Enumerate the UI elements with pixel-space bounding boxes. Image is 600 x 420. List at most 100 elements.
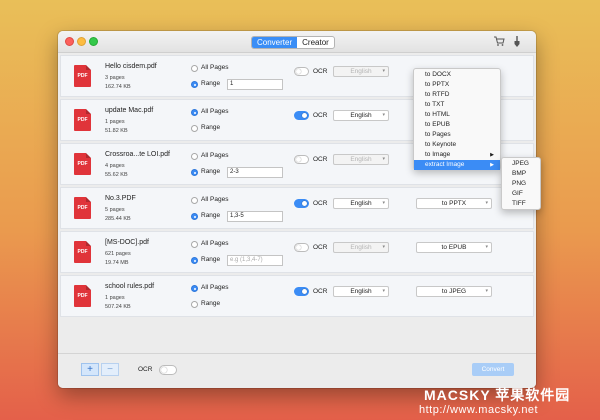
file-size: 285.44 KB (105, 216, 131, 222)
language-select[interactable]: English ▾ (333, 242, 389, 253)
submenu-arrow-icon: ▶ (490, 152, 494, 158)
file-pages: 5 pages (105, 207, 125, 213)
all-pages-radio[interactable] (191, 285, 198, 292)
global-ocr-toggle[interactable] (159, 365, 177, 375)
submenu-item-gif[interactable]: GIF (502, 189, 540, 199)
file-size: 162.74 KB (105, 84, 131, 90)
file-name: school rules.pdf (105, 283, 155, 290)
menu-item-extract-image[interactable]: extract Image ▶ (414, 160, 500, 170)
extract-image-submenu: JPEG BMP PNG GIF TIFF (501, 157, 541, 210)
add-file-button[interactable]: + (81, 363, 99, 376)
range-radio[interactable] (191, 257, 198, 264)
bottom-bar: + − OCR Convert (58, 353, 536, 388)
range-input[interactable]: e.g (1,3,4-7) (227, 255, 283, 266)
pdf-file-icon: PDF (74, 285, 91, 307)
all-pages-radio[interactable] (191, 109, 198, 116)
cart-icon[interactable] (494, 36, 505, 50)
ocr-toggle[interactable] (294, 199, 309, 208)
menu-item-epub[interactable]: to EPUB (414, 120, 500, 130)
range-label: Range (201, 212, 221, 219)
chevron-down-icon: ▾ (485, 288, 488, 294)
range-label: Range (201, 168, 221, 175)
file-name: [MS-DOC].pdf (105, 239, 149, 246)
file-pages: 621 pages (105, 251, 131, 257)
format-select[interactable]: to PPTX ▾ (416, 198, 492, 209)
range-radio[interactable] (191, 169, 198, 176)
format-select[interactable]: to EPUB ▾ (416, 242, 492, 253)
menu-item-docx[interactable]: to DOCX (414, 70, 500, 80)
all-pages-label: All Pages (201, 240, 229, 247)
range-input[interactable]: 1 (227, 79, 283, 90)
ocr-label: OCR (313, 112, 328, 119)
range-radio[interactable] (191, 213, 198, 220)
brush-icon[interactable] (513, 36, 521, 51)
tab-creator[interactable]: Creator (297, 37, 334, 48)
all-pages-radio[interactable] (191, 153, 198, 160)
submenu-arrow-icon: ▶ (490, 162, 494, 168)
all-pages-label: All Pages (201, 152, 229, 159)
menu-item-txt[interactable]: to TXT (414, 100, 500, 110)
convert-button[interactable]: Convert (472, 363, 514, 376)
language-value: English (350, 288, 372, 295)
watermark-title: MACSKY 苹果软件园 (424, 387, 571, 403)
language-select[interactable]: English ▾ (333, 198, 389, 209)
ocr-toggle[interactable] (294, 287, 309, 296)
menu-item-extract-image-label: extract Image (425, 161, 465, 168)
ocr-label: OCR (313, 68, 328, 75)
minimize-window-button[interactable] (77, 37, 86, 46)
ocr-toggle[interactable] (294, 67, 309, 76)
range-radio[interactable] (191, 81, 198, 88)
language-value: English (350, 68, 372, 75)
menu-item-keynote[interactable]: to Keynote (414, 140, 500, 150)
title-bar: Converter Creator (58, 31, 536, 53)
pdf-file-icon: PDF (74, 197, 91, 219)
global-ocr-label: OCR (138, 366, 153, 373)
language-select[interactable]: English ▾ (333, 66, 389, 77)
range-input[interactable]: 1,3-5 (227, 211, 283, 222)
pdf-file-icon: PDF (74, 153, 91, 175)
language-select[interactable]: English ▾ (333, 154, 389, 165)
remove-file-button[interactable]: − (101, 363, 119, 376)
all-pages-radio[interactable] (191, 65, 198, 72)
submenu-item-png[interactable]: PNG (502, 179, 540, 189)
menu-item-rtfd[interactable]: to RTFD (414, 90, 500, 100)
file-size: 51.82 KB (105, 128, 128, 134)
pdf-file-icon: PDF (74, 109, 91, 131)
all-pages-label: All Pages (201, 108, 229, 115)
submenu-item-tiff[interactable]: TIFF (502, 199, 540, 209)
range-radio[interactable] (191, 125, 198, 132)
range-label: Range (201, 80, 221, 87)
ocr-toggle[interactable] (294, 243, 309, 252)
menu-item-image[interactable]: to Image ▶ (414, 150, 500, 160)
submenu-item-bmp[interactable]: BMP (502, 169, 540, 179)
ocr-toggle[interactable] (294, 111, 309, 120)
file-pages: 3 pages (105, 75, 125, 81)
menu-item-html[interactable]: to HTML (414, 110, 500, 120)
language-value: English (350, 156, 372, 163)
file-size: 19.74 MB (105, 260, 129, 266)
tab-converter[interactable]: Converter (252, 37, 298, 48)
language-value: English (350, 112, 372, 119)
close-window-button[interactable] (65, 37, 74, 46)
file-name: Hello cisdem.pdf (105, 63, 157, 70)
menu-item-image-label: to Image (425, 151, 451, 158)
range-input[interactable]: 2-3 (227, 167, 283, 178)
menu-item-pages[interactable]: to Pages (414, 130, 500, 140)
ocr-label: OCR (313, 156, 328, 163)
submenu-item-jpeg[interactable]: JPEG (502, 159, 540, 169)
all-pages-radio[interactable] (191, 241, 198, 248)
all-pages-radio[interactable] (191, 197, 198, 204)
zoom-window-button[interactable] (89, 37, 98, 46)
menu-item-pptx[interactable]: to PPTX (414, 80, 500, 90)
language-select[interactable]: English ▾ (333, 286, 389, 297)
format-select[interactable]: to JPEG ▾ (416, 286, 492, 297)
ocr-label: OCR (313, 244, 328, 251)
ocr-toggle[interactable] (294, 155, 309, 164)
mode-segmented-control: Converter Creator (251, 36, 335, 49)
file-row: PDF [MS-DOC].pdf 621 pages 19.74 MB All … (60, 231, 534, 273)
language-select[interactable]: English ▾ (333, 110, 389, 121)
format-value: to JPEG (441, 288, 467, 295)
chevron-down-icon: ▾ (382, 68, 385, 74)
range-radio[interactable] (191, 301, 198, 308)
all-pages-label: All Pages (201, 196, 229, 203)
